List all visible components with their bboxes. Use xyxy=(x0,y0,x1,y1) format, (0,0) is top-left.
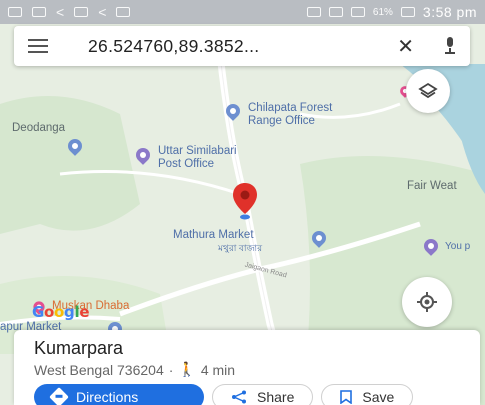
status-notification-icons: < < xyxy=(8,4,131,20)
layers-icon xyxy=(418,82,438,99)
map-label-mathura-local: মথুরা বাজার xyxy=(218,243,263,253)
notification-icon xyxy=(32,7,46,17)
directions-icon xyxy=(49,387,69,405)
map-label-chilapata-line2: Range Office xyxy=(248,115,315,127)
battery-percent: 61% xyxy=(372,6,393,18)
share-button[interactable]: Share xyxy=(212,384,314,405)
map-label-fair-weather: Fair Weat xyxy=(407,180,457,192)
battery-icon xyxy=(400,7,415,17)
status-system-icons: 61% 3:58 pm xyxy=(306,4,477,20)
sim-icon xyxy=(328,7,343,17)
notification-icon: < xyxy=(98,4,107,20)
place-actions: Directions Share Save xyxy=(34,384,460,405)
separator: · xyxy=(168,361,174,378)
map-label-uttar-line1: Uttar Similabari xyxy=(158,145,237,157)
notification-icon xyxy=(8,7,22,17)
share-icon xyxy=(232,390,246,404)
forest-area xyxy=(0,96,140,234)
map-label-mathura-market: Mathura Market xyxy=(173,229,254,241)
notification-icon xyxy=(74,7,89,17)
notification-icon: < xyxy=(56,4,65,20)
clock: 3:58 pm xyxy=(422,4,477,20)
map-label-you-pass: You p xyxy=(445,241,471,252)
status-bar: < < 61% 3:58 pm xyxy=(0,0,485,24)
google-logo: Google xyxy=(32,303,90,321)
walk-time: 4 min xyxy=(200,361,236,378)
close-icon[interactable]: ✕ xyxy=(397,34,414,59)
notification-icon xyxy=(116,7,131,17)
location-status-icon xyxy=(306,7,321,17)
map-label-deodanga: Deodanga xyxy=(12,122,66,134)
mic-icon[interactable] xyxy=(444,37,456,55)
place-name: Kumarpara xyxy=(34,338,124,358)
search-bar[interactable]: 26.524760,89.3852... ✕ xyxy=(14,26,470,66)
my-location-button[interactable] xyxy=(402,277,452,327)
place-address-row: West Bengal 736204 · 🚶 4 min xyxy=(34,361,460,378)
map-label-chilapata-line1: Chilapata Forest xyxy=(248,102,333,114)
place-card[interactable]: Kumarpara West Bengal 736204 · 🚶 4 min D… xyxy=(14,330,480,405)
menu-icon[interactable] xyxy=(28,39,48,53)
search-input[interactable]: 26.524760,89.3852... xyxy=(88,36,397,57)
place-address: West Bengal 736204 xyxy=(34,361,164,378)
map-label-uttar-line2: Post Office xyxy=(158,158,215,170)
directions-button[interactable]: Directions xyxy=(34,384,204,405)
save-icon xyxy=(340,390,353,404)
directions-label: Directions xyxy=(76,389,139,405)
signal-icon xyxy=(350,7,365,17)
walk-icon: 🚶 xyxy=(178,361,196,377)
share-label: Share xyxy=(257,389,295,405)
my-location-icon xyxy=(417,292,437,312)
save-button[interactable]: Save xyxy=(321,384,414,405)
save-label: Save xyxy=(362,389,395,405)
location-pin-icon[interactable] xyxy=(232,182,258,222)
layers-button[interactable] xyxy=(406,69,450,113)
